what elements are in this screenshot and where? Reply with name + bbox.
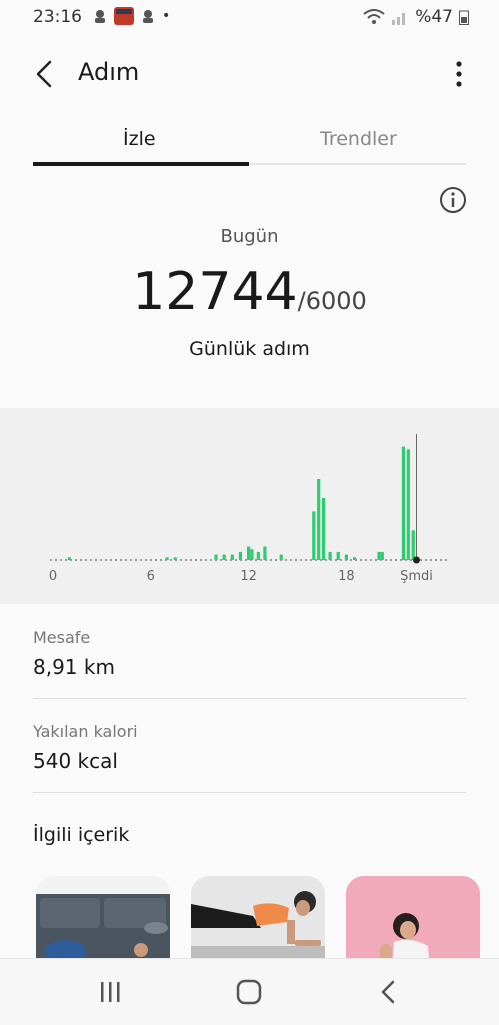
chart-bar (279, 554, 283, 560)
step-count: 12744/6000 (0, 262, 499, 322)
chart-bar (67, 557, 71, 560)
chart-bar (344, 554, 348, 560)
chart-bar (214, 554, 218, 560)
notification-icon (95, 10, 105, 23)
period-label: Bugün (220, 226, 279, 247)
chart-bar (165, 557, 169, 560)
back-nav-icon[interactable] (378, 979, 398, 1005)
chart-bar (328, 551, 332, 560)
chart-bar (317, 479, 321, 560)
chart-bar (352, 557, 357, 560)
chart-bar (336, 551, 340, 560)
related-content-title: İlgili içerik (33, 824, 130, 846)
steps-goal: /6000 (297, 287, 367, 315)
x-tick-label: 0 (49, 569, 57, 584)
signal-icon (392, 13, 406, 25)
notification-icon (143, 10, 153, 23)
steps-label: Günlük adım (189, 338, 310, 360)
now-marker (412, 556, 420, 564)
chart-bar (238, 551, 243, 560)
status-bar: 23:16 • %47 (0, 0, 499, 34)
steps-chart[interactable]: 0 6 12 18 Şmdi (0, 408, 499, 604)
tab-divider (249, 163, 466, 165)
more-vertical-icon[interactable] (449, 58, 469, 90)
page-title: Adım (78, 58, 140, 86)
battery-text: %47 (415, 7, 453, 27)
chart-bar (377, 551, 381, 560)
status-time: 23:16 (33, 7, 82, 27)
active-tab-indicator (33, 162, 249, 166)
more-notifications-dot: • (162, 8, 171, 24)
battery-icon (459, 10, 469, 25)
chart-bar (173, 557, 177, 560)
recent-apps-icon[interactable] (98, 979, 122, 1005)
x-tick-label: 18 (338, 569, 355, 584)
app-bar: Adım (0, 48, 499, 100)
tab-izle[interactable]: İzle (123, 128, 156, 150)
home-icon[interactable] (236, 979, 262, 1005)
x-tick-label: 6 (147, 569, 155, 584)
distance-value: 8,91 km (33, 655, 115, 679)
chart-bar (321, 497, 326, 560)
divider (33, 698, 466, 699)
calories-label: Yakılan kalori (33, 722, 138, 741)
wifi-icon (363, 9, 385, 24)
steps-value: 12744 (132, 262, 298, 322)
chart-bar (230, 554, 234, 560)
info-icon[interactable] (439, 186, 467, 214)
app-notification-icon (114, 7, 134, 25)
chart-bar (411, 530, 415, 560)
chart-bar (380, 551, 384, 560)
chart-bar (401, 446, 406, 560)
back-arrow-icon[interactable] (30, 56, 58, 92)
system-navigation-bar (0, 958, 499, 1025)
x-tick-label: 12 (240, 569, 257, 584)
chart-bar (256, 551, 260, 560)
x-tick-label: Şmdi (400, 569, 433, 584)
divider (33, 792, 466, 793)
distance-label: Mesafe (33, 628, 91, 647)
tab-bar: İzle Trendler (33, 118, 466, 166)
chart-bar (312, 511, 316, 560)
chart-bar (222, 554, 226, 560)
chart-bar (250, 549, 254, 560)
chart-bar (406, 449, 410, 560)
tab-trendler[interactable]: Trendler (320, 128, 397, 150)
chart-bar (247, 546, 251, 560)
calories-value: 540 kcal (33, 749, 118, 773)
chart-bar (263, 546, 267, 560)
